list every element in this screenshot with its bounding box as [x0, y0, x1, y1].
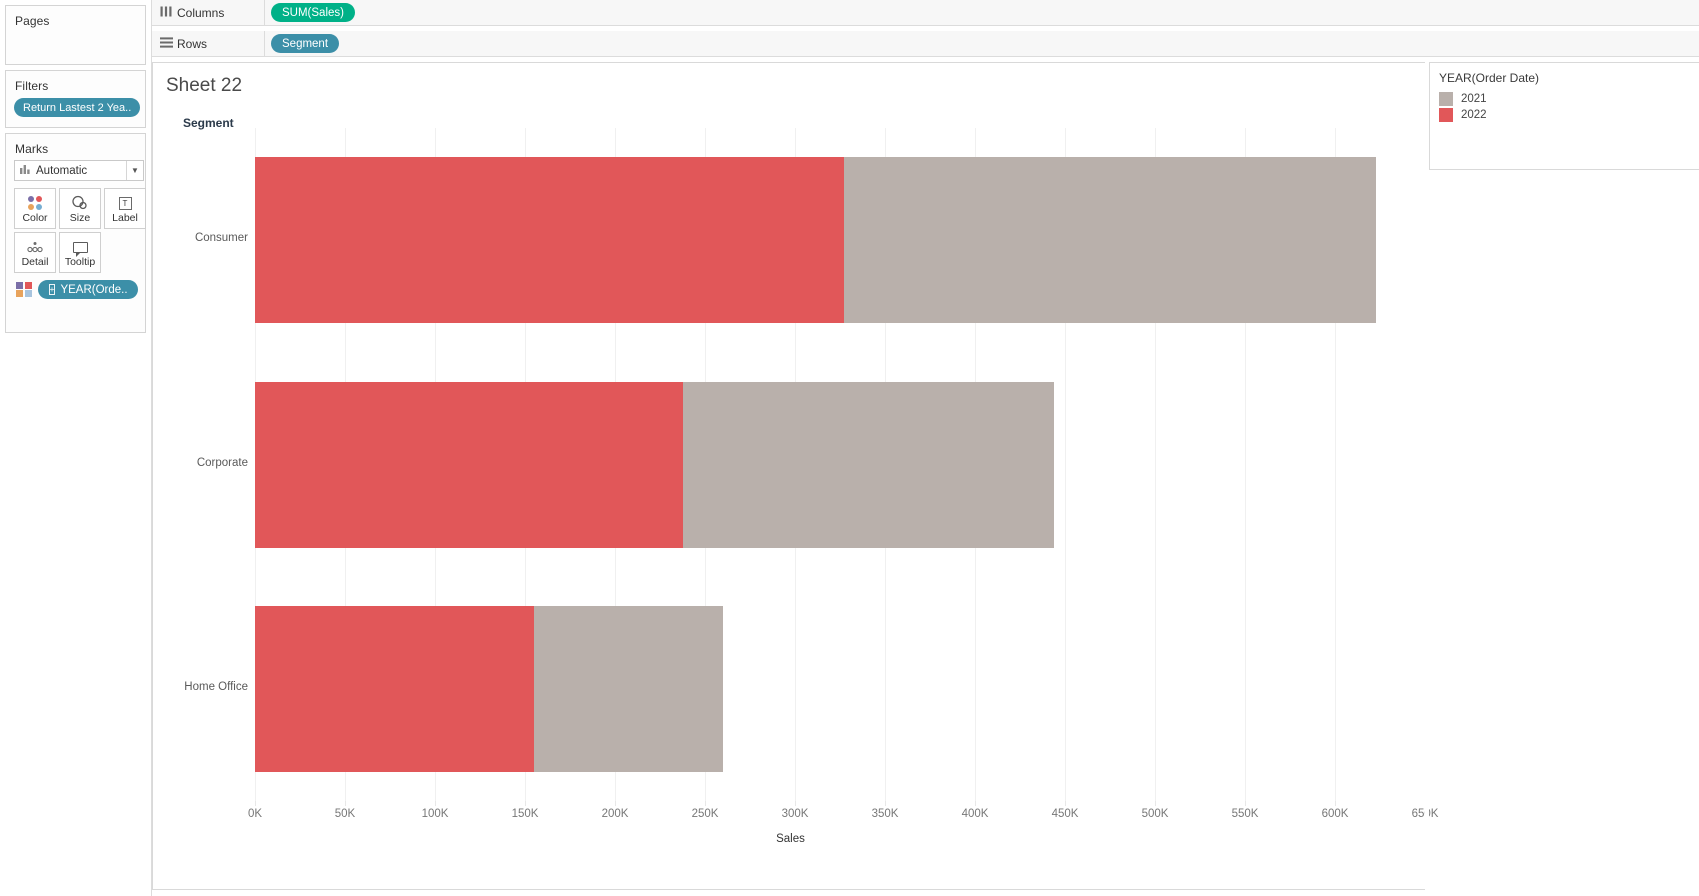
- tickmark: [705, 801, 706, 806]
- columns-shelf-drop-area[interactable]: SUM(Sales): [265, 0, 1699, 26]
- marks-card[interactable]: Marks Automatic ▼ Color Size T Label Det…: [5, 133, 146, 333]
- axis-tickmarks: [255, 801, 1426, 807]
- tooltip-bubble-icon: [72, 237, 88, 257]
- worksheet-view[interactable]: Sheet 22 Segment 0K 50K 100K 150K 200K 250K 30…: [152, 62, 1438, 890]
- bar-row: [255, 381, 1425, 548]
- tickmark: [885, 801, 886, 806]
- axis-tick-label: 300K: [781, 808, 809, 820]
- columns-shelf-text: Columns: [177, 5, 225, 20]
- label-button[interactable]: T Label: [104, 188, 146, 229]
- rows-shelf[interactable]: Rows Segment: [152, 31, 1699, 57]
- pages-title: Pages: [15, 14, 50, 28]
- tickmark: [795, 801, 796, 806]
- size-button-label: Size: [69, 212, 91, 224]
- bar-segment[interactable]: [255, 605, 534, 772]
- left-panel: Pages Filters Return Lastest 2 Yea.. Mar…: [0, 0, 152, 896]
- tickmark: [1065, 801, 1066, 806]
- mark-type-dropdown[interactable]: Automatic ▼: [14, 160, 144, 181]
- mark-encoding-buttons: Color Size T Label Detail Tooltip: [14, 188, 146, 276]
- tickmark: [345, 801, 346, 806]
- tooltip-button-label: Tooltip: [64, 256, 96, 268]
- axis-tick-label: 550K: [1231, 808, 1259, 820]
- tableau-worksheet: Pages Filters Return Lastest 2 Yea.. Mar…: [0, 0, 1699, 896]
- legend-label: 2022: [1461, 109, 1487, 121]
- marks-encoding-row: + YEAR(Orde..: [16, 280, 138, 299]
- detail-dots-icon: [25, 237, 45, 257]
- bar-segment[interactable]: [255, 157, 844, 324]
- rows-shelf-text: Rows: [177, 36, 208, 51]
- tickmark: [435, 801, 436, 806]
- tickmark: [255, 801, 256, 806]
- axis-tick-label: 350K: [871, 808, 899, 820]
- tickmark: [615, 801, 616, 806]
- detail-button-label: Detail: [21, 256, 49, 268]
- axis-tick-label: 50K: [334, 808, 356, 820]
- rows-shelf-label: Rows: [152, 31, 265, 57]
- marks-pill-year-order-date[interactable]: + YEAR(Orde..: [37, 280, 138, 299]
- row-label-consumer[interactable]: Consumer: [158, 232, 248, 244]
- color-dots-icon: [16, 281, 32, 298]
- bar-chart-icon: [15, 164, 33, 177]
- tooltip-button[interactable]: Tooltip: [59, 232, 101, 273]
- bar-segment[interactable]: [683, 381, 1055, 548]
- size-circles-icon: [71, 193, 89, 213]
- color-legend[interactable]: YEAR(Order Date) 2021 2022: [1429, 62, 1699, 170]
- sheet-title: Sheet 22: [166, 75, 243, 96]
- color-dots-icon: [28, 193, 42, 213]
- legend-swatch: [1439, 92, 1453, 106]
- pages-card[interactable]: Pages: [5, 5, 146, 65]
- marks-pill-label: YEAR(Orde..: [60, 283, 128, 296]
- legend-items: 2021 2022: [1430, 91, 1699, 123]
- bar-segment[interactable]: [534, 605, 723, 772]
- bar-segment[interactable]: [255, 381, 684, 548]
- legend-item[interactable]: 2021: [1430, 91, 1699, 107]
- label-button-label: Label: [112, 212, 138, 224]
- view-right-edge: [1425, 62, 1429, 890]
- rows-icon: [160, 36, 177, 51]
- axis-tick-label: 400K: [961, 808, 989, 820]
- label-text-icon: T: [118, 193, 132, 213]
- filters-card[interactable]: Filters Return Lastest 2 Yea..: [5, 70, 146, 128]
- legend-title: YEAR(Order Date): [1439, 71, 1540, 85]
- axis-tick-label: 0K: [247, 808, 263, 820]
- axis-tick-label: 500K: [1141, 808, 1169, 820]
- tickmark: [525, 801, 526, 806]
- mark-type-label: Automatic: [36, 164, 88, 177]
- x-axis-tick-labels: 0K 50K 100K 150K 200K 250K 300K 350K 400K 450K 500…: [248, 808, 1438, 826]
- detail-button[interactable]: Detail: [14, 232, 56, 273]
- color-button-label: Color: [22, 212, 48, 224]
- tickmark: [975, 801, 976, 806]
- axis-tick-label: 250K: [691, 808, 719, 820]
- legend-swatch: [1439, 108, 1453, 122]
- columns-shelf[interactable]: Columns SUM(Sales): [152, 0, 1699, 26]
- chart-plot-area[interactable]: [255, 128, 1426, 801]
- size-button[interactable]: Size: [59, 188, 101, 229]
- chevron-down-icon[interactable]: ▼: [126, 161, 143, 180]
- columns-shelf-label: Columns: [152, 0, 265, 26]
- legend-item[interactable]: 2022: [1430, 107, 1699, 123]
- plus-box-icon: +: [48, 284, 56, 295]
- tickmark: [1335, 801, 1336, 806]
- bar-row: [255, 157, 1425, 324]
- axis-tick-label: 450K: [1051, 808, 1079, 820]
- x-axis-title: Sales: [776, 833, 805, 845]
- legend-label: 2021: [1461, 93, 1487, 105]
- axis-tick-label: 600K: [1321, 808, 1349, 820]
- axis-tick-label: 100K: [421, 808, 449, 820]
- columns-icon: [160, 6, 177, 20]
- axis-tick-label: 200K: [601, 808, 629, 820]
- row-field-header: Segment: [183, 116, 234, 130]
- filter-pill-return-latest-2-years[interactable]: Return Lastest 2 Yea..: [14, 98, 141, 117]
- bar-row: [255, 605, 1425, 772]
- row-label-corporate[interactable]: Corporate: [158, 457, 248, 469]
- color-button[interactable]: Color: [14, 188, 56, 229]
- row-label-home-office[interactable]: Home Office: [158, 681, 248, 693]
- tickmark: [1245, 801, 1246, 806]
- bar-segment[interactable]: [843, 157, 1377, 324]
- tickmark: [1155, 801, 1156, 806]
- rows-shelf-drop-area[interactable]: Segment: [265, 31, 1699, 57]
- columns-pill-sum-sales[interactable]: SUM(Sales): [271, 3, 355, 22]
- rows-pill-segment[interactable]: Segment: [271, 34, 340, 53]
- axis-tick-label: 150K: [511, 808, 539, 820]
